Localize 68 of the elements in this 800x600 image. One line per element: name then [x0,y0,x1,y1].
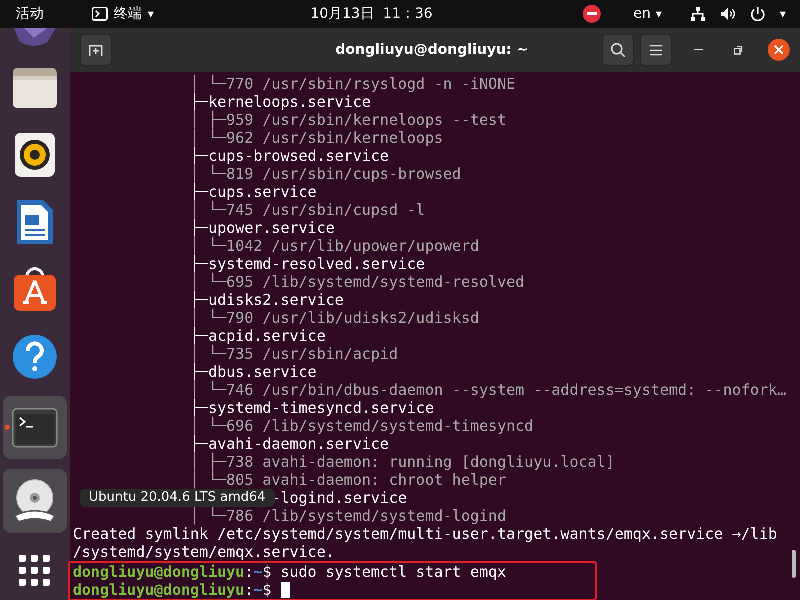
prompt-path: ~ [254,563,263,581]
do-not-disturb-icon[interactable] [583,5,602,23]
volume-icon [720,6,736,22]
tooltip: Ubuntu 20.04.6 LTS amd64 [80,489,275,507]
system-menu[interactable]: ▾ [690,6,786,22]
prompt-separator: : [244,581,254,599]
restore-icon [734,46,742,54]
terminal-line: │ └─746 /usr/bin/dbus-daemon --system --address=systemd: --nofork… [189,381,786,399]
terminal-line: ├─cups-browsed.service [189,147,390,165]
terminal-line: │ └─790 /usr/lib/udisks2/udisksd [189,309,480,327]
speaker-icon [14,132,56,178]
prompt-symbol: $ [262,563,272,581]
terminal-line: ├─udisks2.service [189,291,344,309]
new-tab-button[interactable] [80,34,112,66]
terminal-line: ├─cups.service [189,183,317,201]
terminal-icon [12,408,58,448]
terminal-line: Created symlink /etc/systemd/system/multi-user.target.wants/emqx.service →/lib [73,525,778,543]
terminal-line: /systemd/system/emqx.service. [73,543,335,561]
menu-icon [650,44,662,56]
terminal-line: ├─dbus.service [189,363,317,381]
terminal-line: │ ├─738 avahi-daemon: running [dongliuyu.local] [189,453,615,471]
network-icon [690,6,706,22]
close-icon [774,45,784,55]
terminal-line: ├─avahi-daemon.service [189,435,390,453]
terminal-line: │ └─805 avahi-daemon: chroot helper [189,471,506,489]
terminal-line: │ └─696 /lib/systemd/systemd-timesyncd [189,417,534,435]
search-icon [610,42,626,58]
app-icon [12,28,58,46]
terminal-line: ├─systemd-timesyncd.service [189,399,434,417]
terminal-line: ├─kerneloops.service [189,93,372,111]
terminal-line: │ └─770 /usr/sbin/rsyslogd -n -iNONE [189,75,516,93]
terminal-line: │ ├─959 /usr/sbin/kerneloops --test [189,111,506,129]
scrollbar[interactable] [792,550,796,578]
new-tab-icon [89,43,103,57]
app-menu[interactable]: 终端 ▾ [86,5,160,23]
language-menu[interactable]: en ▾ [627,6,668,22]
clock[interactable]: 10月13日 11：36 [304,5,439,23]
terminal-line: │ └─1042 /usr/lib/upower/upowerd [189,237,480,255]
terminal-line: │ └─695 /lib/systemd/systemd-resolved [189,273,525,291]
command-text: sudo systemctl start emqx [280,563,506,581]
terminal-line: │ └─745 /usr/sbin/cupsd -l [189,201,426,219]
terminal-line: │ └─819 /usr/sbin/cups-browsed [189,165,462,183]
dock-item[interactable] [3,469,67,533]
help-icon [12,334,58,380]
terminal-line: ├─acpid.service [189,327,326,345]
terminal-line: ├─systemd-resolved.service [189,255,426,273]
window-title: dongliuyu@dongliuyu: ~ [334,42,530,58]
terminal-line: │ └─962 /usr/sbin/kerneloops [189,129,444,147]
power-icon [750,6,766,22]
terminal-line: ├─upower.service [189,219,335,237]
prompt-path: ~ [254,581,263,599]
dvd-icon [12,478,58,524]
prompt-user-host: dongliuyu@dongliuyu [73,563,245,581]
terminal-icon [92,7,108,21]
close-button[interactable] [768,39,790,61]
search-button[interactable] [602,34,634,66]
shopping-bag-icon [12,266,58,313]
prompt-user-host: dongliuyu@dongliuyu [73,581,245,599]
caret-icon: ▾ [780,7,786,21]
document-icon [16,199,54,246]
prompt-separator: : [244,563,254,581]
app-grid-icon [18,554,52,588]
terminal-line: │ └─735 /usr/sbin/acpid [189,345,398,363]
menu-button[interactable] [640,34,672,66]
minimize-icon [694,49,702,51]
terminal-line: │ └─786 /lib/systemd/systemd-logind [189,507,506,525]
activities-button[interactable]: 活动 [10,5,50,23]
prompt-symbol: $ [262,581,272,599]
